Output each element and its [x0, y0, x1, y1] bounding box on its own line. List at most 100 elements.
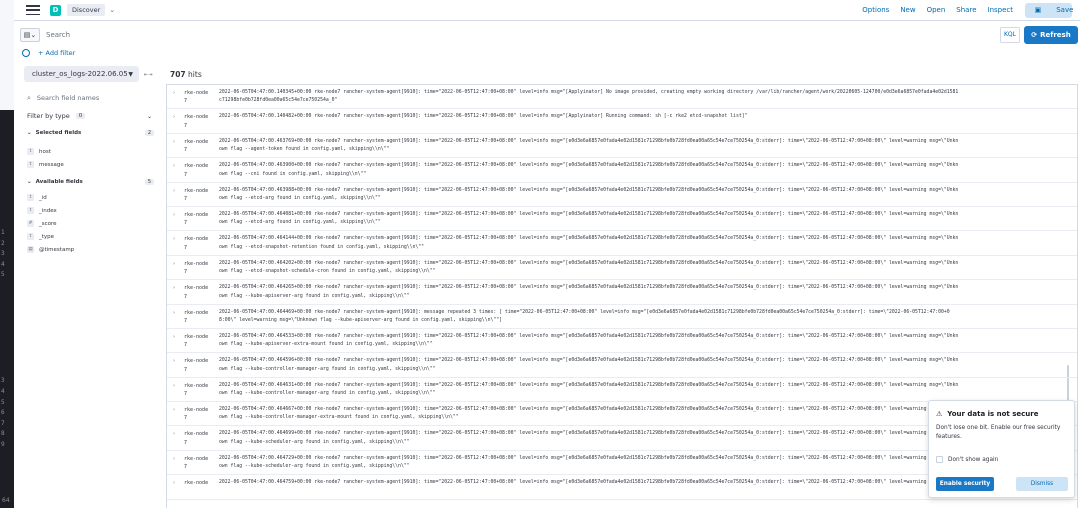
warning-icon: ⚠ [936, 410, 943, 418]
chevron-down-icon[interactable]: ⌄ [109, 6, 115, 14]
collapse-sidebar-icon[interactable]: ⇤⇥ [144, 72, 152, 78]
hamburger-menu-icon[interactable] [26, 5, 40, 15]
selected-fields-title: Selected fields [35, 130, 82, 136]
host-cell: rke-node 7 [184, 138, 209, 154]
saved-query-menu-button[interactable]: ▤ ⌄ [20, 27, 40, 42]
open-link[interactable]: Open [927, 6, 946, 14]
expand-row-icon[interactable]: › [173, 310, 175, 316]
saved-query-icon: ▤ [23, 30, 31, 39]
refresh-button[interactable]: ⟳ Refresh [1024, 25, 1078, 44]
share-link[interactable]: Share [956, 6, 976, 14]
field-item-host[interactable]: t host [27, 148, 51, 155]
filter-by-type-button[interactable]: Filter by type 0 ⌄ [27, 112, 152, 120]
expand-row-icon[interactable]: › [173, 163, 175, 169]
field-search-input[interactable]: ⌕ Search field names [27, 91, 152, 105]
table-row[interactable]: › rke-node 7 2022-06-05T04:47:00.464265+00… [167, 280, 1077, 305]
enable-security-button[interactable]: Enable security [936, 477, 994, 491]
table-row[interactable]: › rke-node 7 2022-06-05T04:47:00.464533+00… [167, 329, 1077, 354]
expand-row-icon[interactable]: › [173, 456, 175, 462]
field-name: _type [39, 233, 55, 240]
inspect-link[interactable]: Inspect [988, 6, 1014, 14]
host-cell: rke-node 7 [184, 90, 209, 105]
string-type-icon: t [27, 233, 34, 240]
table-row[interactable]: › rke-node 7 2022-06-05T04:47:00.463769+00… [167, 134, 1077, 159]
message-cell: 2022-06-05T04:47:00.464469+00:00 rke-nod… [219, 309, 950, 323]
chevron-down-icon: ⌄ [146, 112, 152, 120]
breadcrumb[interactable]: Discover [67, 4, 106, 16]
message-cell: 2022-06-05T04:47:00.463988+00:00 rke-nod… [219, 187, 959, 201]
expand-row-icon[interactable]: › [173, 188, 175, 194]
expand-row-icon[interactable]: › [173, 480, 175, 486]
host-cell: rke-node 7 [184, 455, 209, 471]
dont-show-again-checkbox[interactable]: Don't show again [936, 456, 998, 463]
table-row[interactable]: › rke-node 7 2022-06-05T04:47:00.464469+00… [167, 305, 1077, 329]
message-cell: 2022-06-05T04:47:00.464202+00:00 rke-nod… [219, 260, 959, 275]
table-row[interactable]: › rke-node 7 2022-06-05T04:47:00.464144+00… [167, 231, 1077, 256]
refresh-icon: ⟳ [1031, 30, 1038, 39]
filter-by-type-label: Filter by type [27, 112, 70, 120]
host-cell: rke-node 7 [184, 382, 209, 398]
host-cell: rke-node [184, 480, 209, 487]
table-row[interactable]: › rke-node 7 2022-06-05T04:47:00.140482+00… [167, 109, 1077, 134]
table-row[interactable]: › rke-node 7 2022-06-05T04:47:00.140345+00… [167, 85, 1077, 110]
options-link[interactable]: Options [862, 6, 889, 14]
field-name: @timestamp [39, 246, 75, 253]
host-cell: rke-node 7 [184, 260, 209, 276]
search-input[interactable]: Search [46, 31, 1000, 39]
table-row[interactable]: › rke-node 7 2022-06-05T04:47:00.463900+00… [167, 158, 1077, 183]
dismiss-button[interactable]: Dismiss [1016, 477, 1068, 491]
field-item-id[interactable]: t _id [27, 194, 47, 201]
expand-row-icon[interactable]: › [173, 236, 175, 242]
field-search-placeholder: Search field names [36, 94, 100, 102]
checkbox-label: Don't show again [948, 456, 999, 463]
field-item-type[interactable]: t _type [27, 233, 54, 240]
string-type-icon: t [27, 194, 34, 201]
date-type-icon: ▤ [27, 246, 34, 253]
expand-row-icon[interactable]: › [173, 212, 175, 218]
field-item-score[interactable]: # _score [27, 220, 57, 227]
field-item-timestamp[interactable]: ▤ @timestamp [27, 246, 74, 253]
message-cell: 2022-06-05T04:47:00.464533+00:00 rke-nod… [219, 333, 959, 348]
expand-row-icon[interactable]: › [173, 285, 175, 291]
field-item-index[interactable]: t _index [27, 207, 57, 214]
query-language-button[interactable]: KQL [1000, 26, 1020, 43]
table-row[interactable]: › rke-node 7 2022-06-05T04:47:00.464631+00… [167, 378, 1077, 403]
app-badge[interactable]: D [50, 4, 61, 16]
toast-title-text: Your data is not secure [947, 410, 1039, 418]
expand-row-icon[interactable]: › [173, 114, 175, 120]
expand-row-icon[interactable]: › [173, 431, 175, 437]
expand-row-icon[interactable]: › [173, 334, 175, 340]
expand-row-icon[interactable]: › [173, 139, 175, 145]
expand-row-icon[interactable]: › [173, 358, 175, 364]
expand-row-icon[interactable]: › [173, 383, 175, 389]
top-header: D Discover ⌄ Options New Open Share Insp… [14, 0, 1080, 21]
table-row[interactable]: › rke-node 7 2022-06-05T04:47:00.464081+00… [167, 207, 1077, 232]
host-cell: rke-node 7 [184, 211, 209, 227]
expand-row-icon[interactable]: › [173, 261, 175, 267]
message-cell: 2022-06-05T04:47:00.463769+00:00 rke-nod… [219, 138, 959, 153]
table-row[interactable]: › rke-node 7 2022-06-05T04:47:00.464202+00… [167, 256, 1077, 281]
table-row[interactable]: › rke-node 7 2022-06-05T04:47:00.464596+00… [167, 353, 1077, 378]
host-cell: rke-node 7 [184, 236, 209, 251]
selected-fields-header[interactable]: ⌄ Selected fields 2 [27, 130, 154, 136]
expand-row-icon[interactable]: › [173, 90, 175, 96]
add-filter-button[interactable]: + Add filter [38, 49, 75, 57]
search-icon: ⌕ [27, 93, 31, 102]
chevron-down-icon: ▼ [128, 70, 133, 78]
hits-counter: 707 hits [170, 70, 202, 79]
table-row[interactable]: › rke-node 7 2022-06-05T04:47:00.463988+00… [167, 183, 1077, 207]
filter-options-icon[interactable] [22, 49, 30, 57]
filter-count-badge: 0 [75, 113, 86, 119]
save-button[interactable]: ▣ Save [1025, 2, 1074, 18]
expand-row-icon[interactable]: › [173, 407, 175, 413]
available-fields-header[interactable]: ⌄ Available fields 5 [27, 179, 154, 185]
new-link[interactable]: New [900, 6, 915, 14]
host-cell: rke-node 7 [184, 431, 209, 446]
field-item-message[interactable]: t message [27, 161, 64, 168]
message-cell: 2022-06-05T04:47:00.464081+00:00 rke-nod… [219, 211, 959, 226]
index-pattern-selector[interactable]: cluster_os_logs-2022.06.05 ▼ [24, 66, 139, 82]
message-cell: 2022-06-05T04:47:00.464596+00:00 rke-nod… [219, 358, 959, 372]
field-name: host [39, 148, 51, 155]
message-cell: 2022-06-05T04:47:00.140482+00:00 rke-nod… [219, 114, 748, 120]
save-label: Save [1056, 6, 1074, 14]
